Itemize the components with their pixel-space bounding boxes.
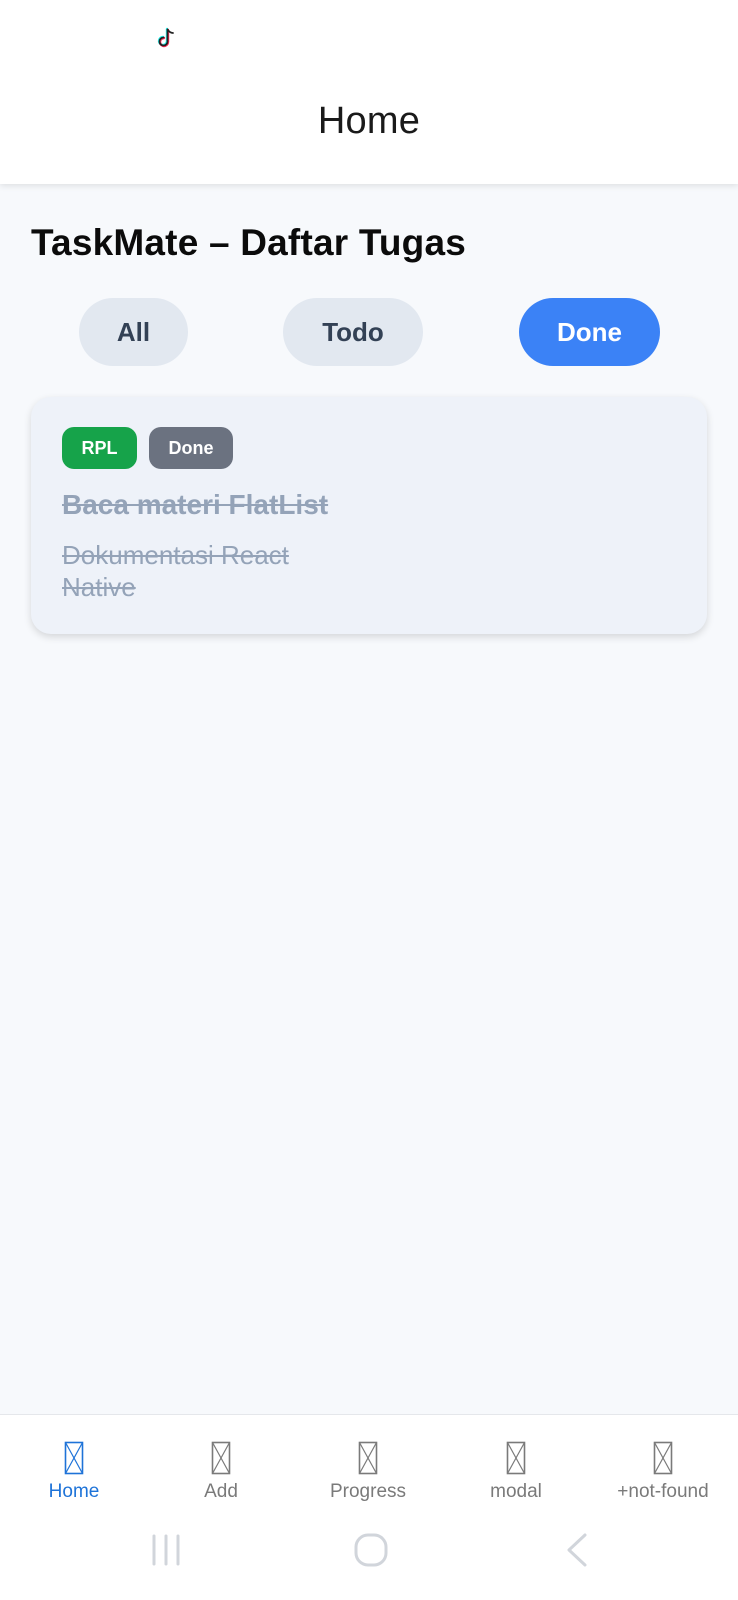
missing-glyph-icon (653, 1441, 673, 1475)
missing-glyph-icon (211, 1441, 231, 1475)
filter-todo-button[interactable]: Todo (283, 298, 423, 366)
tab-modal[interactable]: modal (442, 1415, 590, 1515)
tab-progress-label: Progress (329, 1481, 407, 1502)
bottom-tab-bar: Home Add Progress modal +not-found (0, 1414, 738, 1514)
filter-all-button[interactable]: All (79, 298, 188, 366)
missing-glyph-icon (64, 1441, 84, 1475)
recents-icon[interactable] (146, 1530, 186, 1570)
task-title: Baca materi FlatList (62, 489, 329, 520)
page-title: TaskMate – Daftar Tugas (31, 222, 467, 263)
task-description: Dokumentasi React Native (62, 540, 289, 602)
system-navigation-bar (0, 1514, 738, 1600)
category-badge: RPL (62, 427, 137, 469)
status-badge: Done (149, 427, 233, 469)
tab-modal-label: modal (490, 1481, 542, 1502)
app-screen: Home TaskMate – Daftar Tugas All Todo Do… (0, 0, 738, 1600)
tab-not-found[interactable]: +not-found (589, 1415, 737, 1515)
missing-glyph-icon (358, 1441, 378, 1475)
tab-home[interactable]: Home (0, 1415, 148, 1515)
task-card[interactable]: RPL Done Baca materi FlatList Dokumentas… (31, 397, 707, 634)
app-header: Home (0, 0, 738, 184)
tab-add-label: Add (204, 1481, 238, 1502)
filter-done-button[interactable]: Done (519, 298, 660, 366)
tab-not-found-label: +not-found (617, 1481, 709, 1502)
missing-glyph-icon (506, 1441, 526, 1475)
home-circle-icon[interactable] (351, 1530, 391, 1570)
tab-add[interactable]: Add (147, 1415, 295, 1515)
tab-progress[interactable]: Progress (294, 1415, 442, 1515)
tiktok-icon (157, 27, 174, 48)
header-title: Home (317, 100, 421, 142)
tab-home-label: Home (48, 1481, 100, 1502)
back-chevron-icon[interactable] (559, 1530, 599, 1570)
